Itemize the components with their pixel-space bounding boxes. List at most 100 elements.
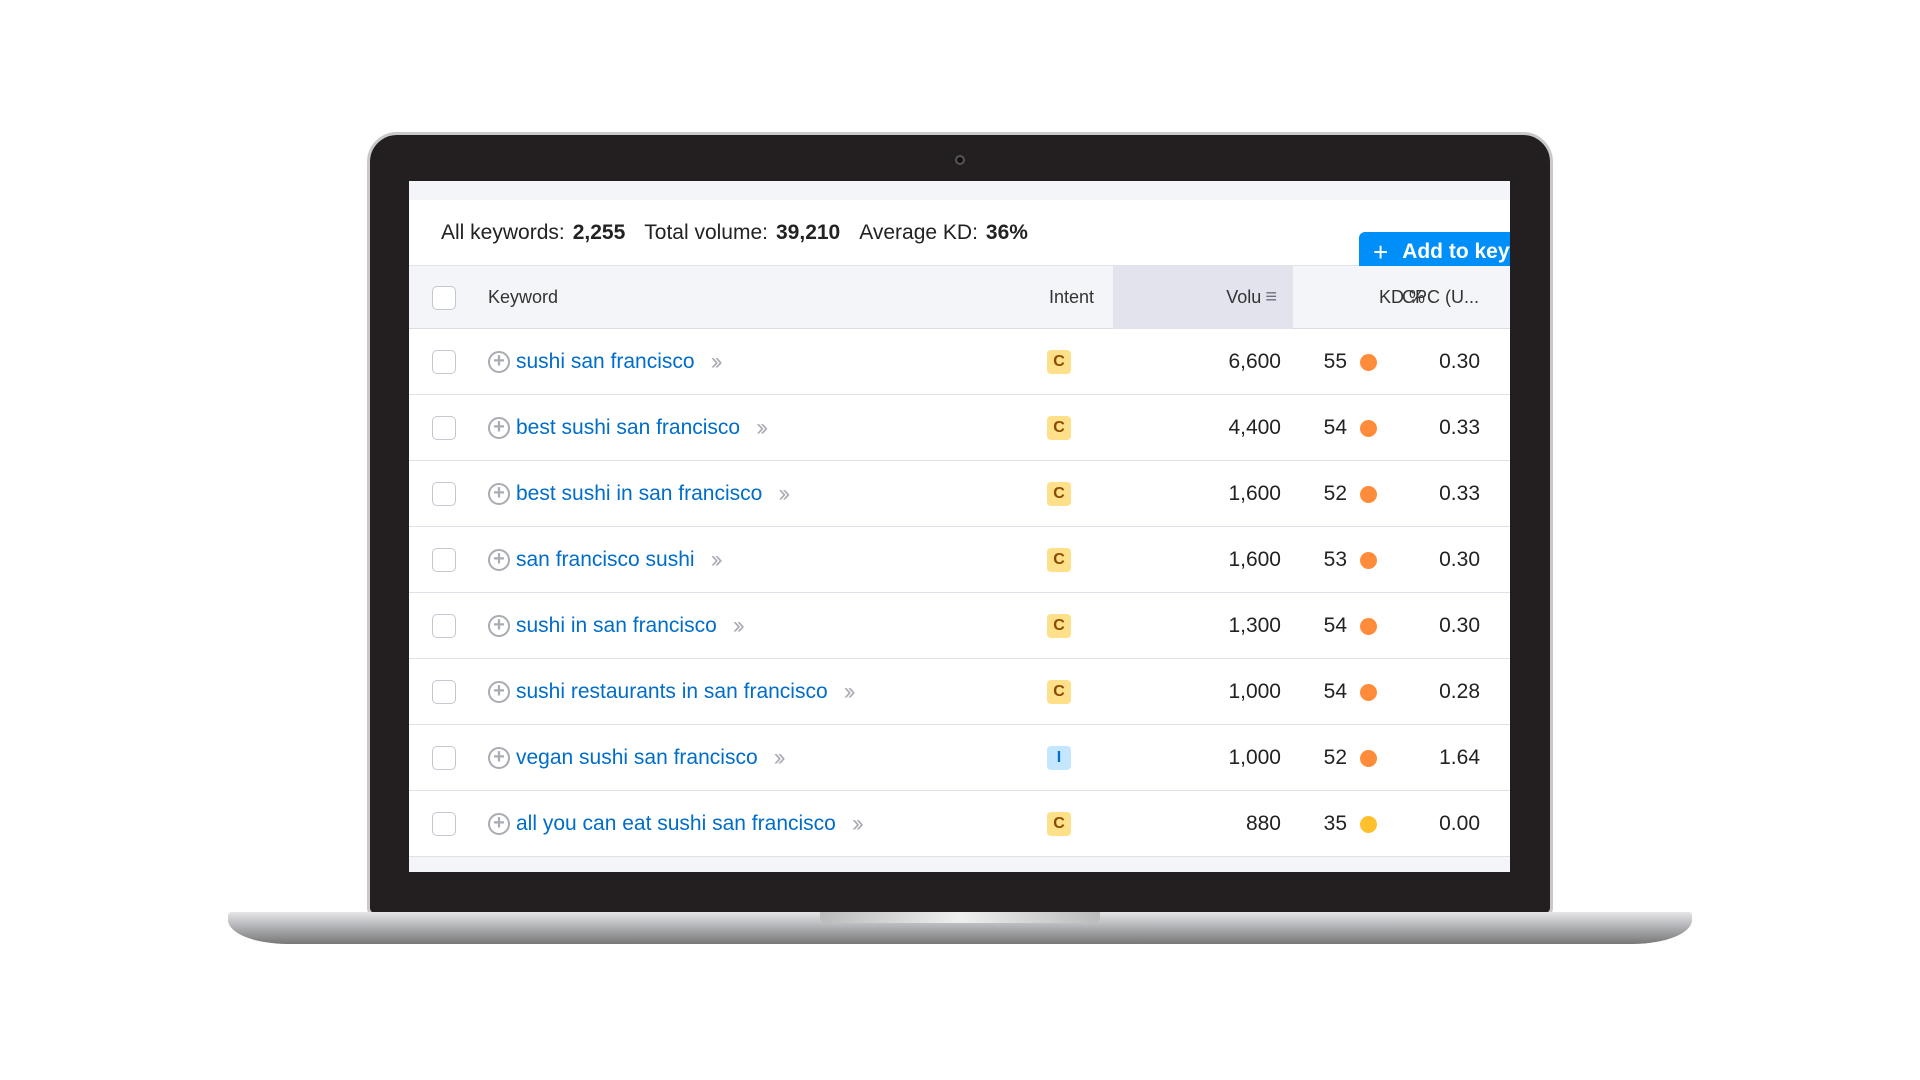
intent-badge: C bbox=[1047, 350, 1071, 374]
kd-value: 53 bbox=[1323, 548, 1347, 571]
chevrons-right-icon[interactable]: ›› bbox=[756, 414, 768, 442]
row-checkbox[interactable] bbox=[432, 680, 456, 704]
laptop-notch bbox=[820, 912, 1100, 923]
table-row: + san francisco sushi ›› C 1,600 53 0.30 bbox=[409, 527, 1510, 593]
column-keyword[interactable]: Keyword bbox=[488, 266, 558, 329]
intent-badge: I bbox=[1047, 746, 1071, 770]
volume-value: 880 bbox=[1245, 812, 1281, 835]
kd-indicator-icon bbox=[1360, 816, 1377, 833]
row-checkbox[interactable] bbox=[432, 482, 456, 506]
row-checkbox[interactable] bbox=[432, 812, 456, 836]
row-checkbox[interactable] bbox=[432, 614, 456, 638]
add-keyword-icon[interactable]: + bbox=[488, 813, 510, 835]
cpc-value: 0.30 bbox=[1439, 548, 1480, 571]
screen: All keywords: 2,255 Total volume: 39,210 A… bbox=[409, 181, 1510, 872]
table-row: + sushi san francisco ›› C 6,600 55 0.30 bbox=[409, 329, 1510, 395]
cpc-value: 0.33 bbox=[1439, 482, 1480, 505]
kd-indicator-icon bbox=[1360, 354, 1377, 371]
add-keyword-icon[interactable]: + bbox=[488, 747, 510, 769]
column-volume-label: Volu bbox=[1226, 287, 1262, 307]
volume-value: 1,600 bbox=[1228, 548, 1281, 571]
volume-value: 1,000 bbox=[1228, 746, 1281, 769]
kd-indicator-icon bbox=[1360, 684, 1377, 701]
select-all-checkbox[interactable] bbox=[432, 285, 456, 310]
all-keywords-value: 2,255 bbox=[572, 220, 626, 244]
all-keywords-label: All keywords: bbox=[441, 220, 565, 244]
keyword-link[interactable]: san francisco sushi bbox=[516, 548, 695, 572]
kd-indicator-icon bbox=[1360, 618, 1377, 635]
intent-badge: C bbox=[1047, 416, 1071, 440]
cpc-value: 1.64 bbox=[1439, 746, 1480, 769]
kd-indicator-icon bbox=[1360, 486, 1377, 503]
keyword-link[interactable]: vegan sushi san francisco bbox=[516, 746, 758, 770]
intent-badge: C bbox=[1047, 482, 1071, 506]
keyword-link[interactable]: best sushi in san francisco bbox=[516, 482, 762, 506]
cpc-value: 0.30 bbox=[1439, 350, 1480, 373]
kd-value: 52 bbox=[1323, 746, 1347, 769]
sort-icon: ≡ bbox=[1265, 286, 1277, 308]
add-keyword-icon[interactable]: + bbox=[488, 351, 510, 373]
chevrons-right-icon[interactable]: ›› bbox=[844, 678, 856, 706]
table-body: + sushi san francisco ›› C 6,600 55 0.30 +… bbox=[409, 329, 1510, 857]
volume-value: 1,300 bbox=[1228, 614, 1281, 637]
kd-indicator-icon bbox=[1360, 420, 1377, 437]
keyword-link[interactable]: sushi restaurants in san francisco bbox=[516, 680, 828, 704]
chevrons-right-icon[interactable]: ›› bbox=[774, 744, 786, 772]
keyword-link[interactable]: all you can eat sushi san francisco bbox=[516, 812, 836, 836]
cpc-value: 0.30 bbox=[1439, 614, 1480, 637]
chevrons-right-icon[interactable]: ›› bbox=[711, 348, 723, 376]
total-volume-label: Total volume: bbox=[644, 220, 768, 244]
camera-icon bbox=[955, 155, 965, 165]
chevrons-right-icon[interactable]: ›› bbox=[711, 546, 723, 574]
volume-value: 4,400 bbox=[1228, 416, 1281, 439]
volume-value: 1,000 bbox=[1228, 680, 1281, 703]
add-keyword-icon[interactable]: + bbox=[488, 483, 510, 505]
kd-value: 54 bbox=[1323, 416, 1347, 439]
cpc-value: 0.33 bbox=[1439, 416, 1480, 439]
table-row: + vegan sushi san francisco ›› I 1,000 52 … bbox=[409, 725, 1510, 791]
add-keyword-icon[interactable]: + bbox=[488, 615, 510, 637]
chevrons-right-icon[interactable]: ›› bbox=[852, 810, 864, 838]
keyword-link[interactable]: sushi in san francisco bbox=[516, 614, 717, 638]
intent-badge: C bbox=[1047, 548, 1071, 572]
chevrons-right-icon[interactable]: ›› bbox=[733, 612, 745, 640]
row-checkbox[interactable] bbox=[432, 548, 456, 572]
kd-indicator-icon bbox=[1360, 552, 1377, 569]
intent-badge: C bbox=[1047, 812, 1071, 836]
table-row: + sushi in san francisco ›› C 1,300 54 0.3… bbox=[409, 593, 1510, 659]
keyword-link[interactable]: sushi san francisco bbox=[516, 350, 695, 374]
total-volume-value: 39,210 bbox=[776, 220, 841, 244]
kd-value: 54 bbox=[1323, 680, 1347, 703]
row-checkbox[interactable] bbox=[432, 350, 456, 374]
column-intent[interactable]: Intent bbox=[1049, 266, 1094, 329]
kd-value: 54 bbox=[1323, 614, 1347, 637]
table-row: + best sushi san francisco ›› C 4,400 54 0… bbox=[409, 395, 1510, 461]
keyword-link[interactable]: best sushi san francisco bbox=[516, 416, 740, 440]
add-keyword-icon[interactable]: + bbox=[488, 417, 510, 439]
column-cpc[interactable]: CPC (U... bbox=[1399, 266, 1479, 329]
table-row: + best sushi in san francisco ›› C 1,600 5… bbox=[409, 461, 1510, 527]
add-button-label: Add to keyword list bbox=[1402, 240, 1510, 263]
add-keyword-icon[interactable]: + bbox=[488, 681, 510, 703]
volume-value: 1,600 bbox=[1228, 482, 1281, 505]
kd-value: 55 bbox=[1323, 350, 1347, 373]
add-keyword-icon[interactable]: + bbox=[488, 549, 510, 571]
table-row: + sushi restaurants in san francisco ›› C … bbox=[409, 659, 1510, 725]
chevrons-right-icon[interactable]: ›› bbox=[778, 480, 790, 508]
row-checkbox[interactable] bbox=[432, 746, 456, 770]
plus-icon: + bbox=[1373, 236, 1389, 267]
column-volume[interactable]: Volu ≡ bbox=[1113, 266, 1293, 329]
kd-indicator-icon bbox=[1360, 750, 1377, 767]
kd-value: 35 bbox=[1323, 812, 1347, 835]
kd-value: 52 bbox=[1323, 482, 1347, 505]
cpc-value: 0.00 bbox=[1439, 812, 1480, 835]
intent-badge: C bbox=[1047, 614, 1071, 638]
average-kd-value: 36% bbox=[985, 220, 1028, 244]
volume-value: 6,600 bbox=[1228, 350, 1281, 373]
row-checkbox[interactable] bbox=[432, 416, 456, 440]
table-header: Keyword Intent Volu ≡ KD % CPC (U... bbox=[409, 266, 1510, 329]
intent-badge: C bbox=[1047, 680, 1071, 704]
table-row: + all you can eat sushi san francisco ›› C… bbox=[409, 791, 1510, 857]
average-kd-label: Average KD: bbox=[859, 220, 978, 244]
cpc-value: 0.28 bbox=[1439, 680, 1480, 703]
